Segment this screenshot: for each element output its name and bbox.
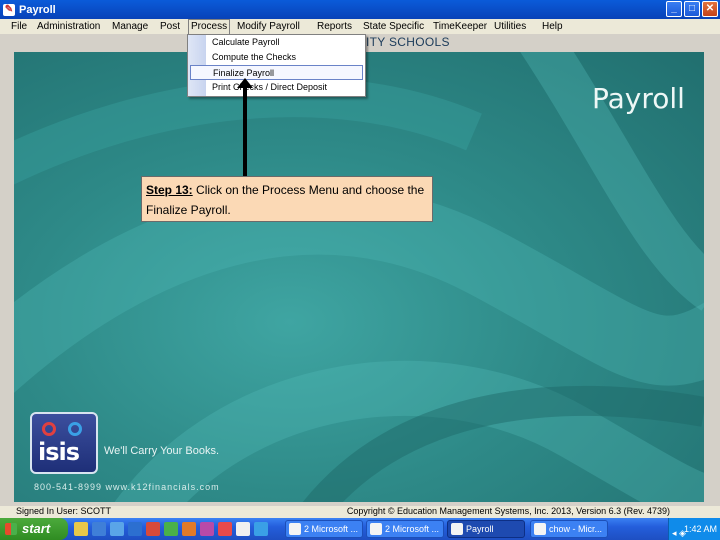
- menu-modify-payroll[interactable]: Modify Payroll: [235, 20, 302, 33]
- taskbar-item-chow[interactable]: chow - Micr...: [530, 520, 608, 538]
- logo-text: isis: [38, 438, 80, 466]
- copyright-text: Copyright © Education Management Systems…: [346, 506, 670, 516]
- callout-step: Step 13:: [146, 183, 193, 197]
- menu-state-specific[interactable]: State Specific: [361, 20, 426, 33]
- menu-post[interactable]: Post: [158, 20, 182, 33]
- system-tray: ◂ ◈ 1:42 AM: [668, 518, 720, 540]
- start-button[interactable]: start: [0, 518, 68, 540]
- maximize-button[interactable]: □: [684, 1, 700, 17]
- close-button[interactable]: ✕: [702, 1, 718, 17]
- menu-item-compute-checks[interactable]: Compute the Checks: [190, 50, 363, 65]
- app-icon-1[interactable]: [200, 522, 214, 536]
- menu-administration[interactable]: Administration: [35, 20, 102, 33]
- main-area: Payroll ITY SCHOOLS isis We'll Carry You…: [0, 34, 720, 506]
- menu-item-print-checks[interactable]: Print Checks / Direct Deposit: [190, 80, 363, 95]
- status-bar: Signed In User: SCOTT Copyright © Educat…: [0, 506, 720, 518]
- school-name: ITY SCHOOLS: [366, 35, 450, 49]
- window-title: Payroll: [19, 3, 56, 16]
- minimize-button[interactable]: _: [666, 1, 682, 17]
- menu-item-calculate-payroll[interactable]: Calculate Payroll: [190, 35, 363, 50]
- menu-manage[interactable]: Manage: [110, 20, 150, 33]
- start-label: start: [22, 521, 51, 536]
- menu-item-finalize-payroll[interactable]: Finalize Payroll: [190, 65, 363, 80]
- title-bar: ✎ Payroll _ □ ✕: [0, 0, 720, 19]
- task-label: chow - Micr...: [549, 524, 603, 534]
- taskbar-item-payroll[interactable]: Payroll: [447, 520, 525, 538]
- menu-process[interactable]: Process: [188, 19, 231, 34]
- chat-app-icon: [534, 523, 546, 535]
- menu-timekeeper[interactable]: TimeKeeper: [431, 20, 489, 33]
- window-controls: _ □ ✕: [666, 1, 718, 17]
- task-label: Payroll: [466, 524, 494, 534]
- acrobat-icon[interactable]: [146, 522, 160, 536]
- powerpoint-icon[interactable]: [182, 522, 196, 536]
- app-icon-3[interactable]: [236, 522, 250, 536]
- signed-in-user: Signed In User: SCOTT: [16, 506, 112, 516]
- pointer-arrow-line: [243, 85, 247, 178]
- word-doc-icon: [289, 523, 301, 535]
- taskbar-item-word-1[interactable]: 2 Microsoft ...: [285, 520, 363, 538]
- taskbar-item-word-2[interactable]: 2 Microsoft ...: [366, 520, 444, 538]
- background-swirl: [14, 52, 704, 502]
- process-dropdown: Calculate Payroll Compute the Checks Fin…: [187, 34, 366, 97]
- module-title: Payroll: [592, 82, 685, 115]
- payroll-window: ✎ Payroll _ □ ✕ File Administration Mana…: [0, 0, 720, 540]
- word-doc-icon: [370, 523, 382, 535]
- payroll-app-icon: [451, 523, 463, 535]
- ie-icon[interactable]: [110, 522, 124, 536]
- app-icon-4[interactable]: [254, 522, 268, 536]
- menu-help[interactable]: Help: [540, 20, 565, 33]
- excel-icon[interactable]: [164, 522, 178, 536]
- logo-ring-blue-icon: [68, 422, 82, 436]
- word-icon[interactable]: [128, 522, 142, 536]
- menu-reports[interactable]: Reports: [315, 20, 354, 33]
- menu-utilities[interactable]: Utilities: [492, 20, 528, 33]
- tagline: We'll Carry Your Books.: [104, 445, 220, 457]
- clock: 1:42 AM: [683, 524, 717, 534]
- instruction-callout: Step 13: Click on the Process Menu and c…: [141, 176, 433, 222]
- task-label: 2 Microsoft ...: [304, 524, 359, 534]
- folder-icon[interactable]: [74, 522, 88, 536]
- contact-info: 800-541-8999 www.k12financials.com: [34, 482, 220, 492]
- outlook-icon[interactable]: [92, 522, 106, 536]
- taskbar: start 2 Microsoft ... 2 Microsoft ... Pa…: [0, 518, 720, 540]
- app-icon-2[interactable]: [218, 522, 232, 536]
- windows-flag-icon: [5, 523, 17, 535]
- splash-panel: Payroll: [14, 52, 704, 502]
- isis-logo: isis: [30, 412, 98, 474]
- task-label: 2 Microsoft ...: [385, 524, 440, 534]
- menu-bar: File Administration Manage Post Process …: [0, 19, 720, 34]
- app-icon: ✎: [3, 3, 15, 16]
- logo-ring-red-icon: [42, 422, 56, 436]
- menu-file[interactable]: File: [9, 20, 29, 33]
